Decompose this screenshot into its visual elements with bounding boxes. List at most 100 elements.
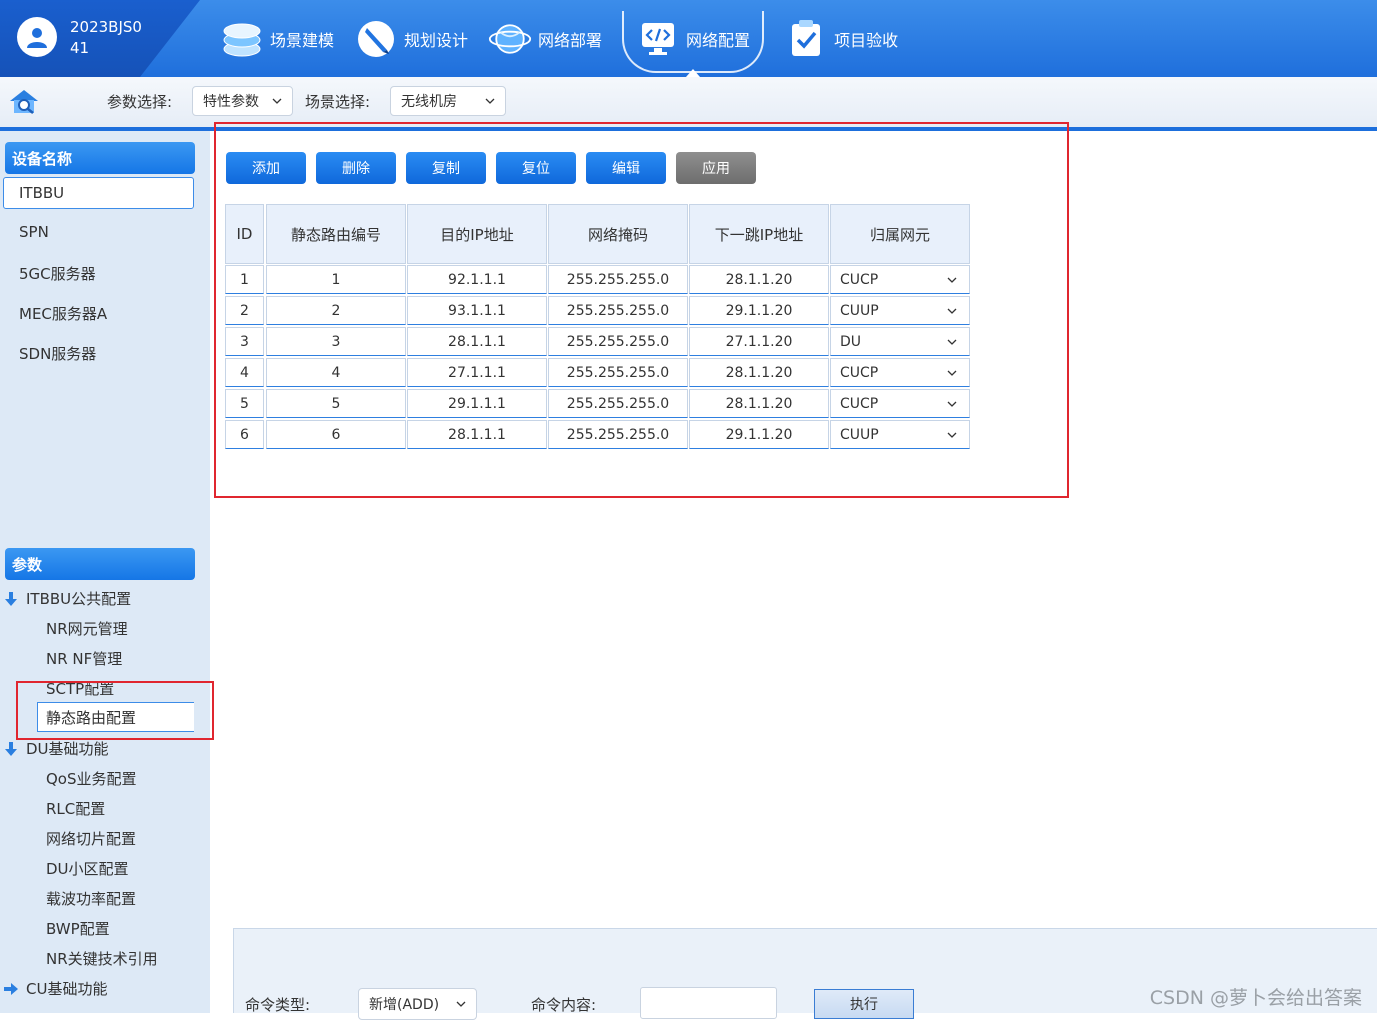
table-cell[interactable]: 28.1.1.20 [689,265,829,294]
ne-select-cell[interactable]: CUCP [830,389,970,418]
table-cell[interactable]: 2 [266,296,406,325]
param-tree-header: 参数 [5,548,195,580]
table-cell[interactable]: 3 [266,327,406,356]
table-cell[interactable]: 5 [266,389,406,418]
search-home-icon[interactable] [8,87,40,115]
device-item-itbbu[interactable]: ITBBU [3,177,194,209]
ne-select-value: DU [840,333,862,350]
table-cell[interactable]: 28.1.1.20 [689,358,829,387]
device-item-5gc-server[interactable]: 5GC服务器 [19,263,96,284]
chevron-down-icon [947,401,957,407]
param-select-value: 特性参数 [203,94,259,110]
stack-icon [220,17,264,61]
table-cell[interactable]: 4 [225,358,264,387]
table-cell[interactable]: 28.1.1.1 [407,420,547,449]
device-item-spn[interactable]: SPN [19,223,49,241]
tree-leaf-nr-ne-mgmt[interactable]: NR网元管理 [46,618,128,639]
edit-button[interactable]: 编辑 [586,152,666,184]
table-cell[interactable]: 27.1.1.1 [407,358,547,387]
tree-group-label: DU基础功能 [26,740,109,758]
table-cell[interactable]: 29.1.1.20 [689,296,829,325]
user-icon [27,28,47,48]
scene-select-label: 场景选择: [305,93,371,111]
ne-select-value: CUCP [840,364,879,381]
table-cell[interactable]: 255.255.255.0 [548,265,688,294]
chevron-down-icon [947,308,957,314]
table-cell[interactable]: 1 [266,265,406,294]
table-cell[interactable]: 29.1.1.1 [407,389,547,418]
apply-button[interactable]: 应用 [676,152,756,184]
table-cell[interactable]: 255.255.255.0 [548,389,688,418]
ne-select-cell[interactable]: DU [830,327,970,356]
add-button[interactable]: 添加 [226,152,306,184]
table-cell[interactable]: 4 [266,358,406,387]
nav-planning-design[interactable]: 规划设计 [344,0,478,77]
ne-select-cell[interactable]: CUUP [830,296,970,325]
tree-leaf-du-cell-config[interactable]: DU小区配置 [46,858,129,879]
nav-label: 项目验收 [834,30,899,50]
nav-label: 网络部署 [538,30,603,50]
table-cell[interactable]: 255.255.255.0 [548,327,688,356]
table-cell[interactable]: 255.255.255.0 [548,358,688,387]
ne-select-value: CUUP [840,302,879,319]
nav-network-config[interactable]: 网络配置 [612,0,774,77]
pen-icon [354,17,398,61]
command-type-select[interactable]: 新增(ADD) [358,988,477,1020]
nav-label: 网络配置 [686,30,751,50]
nav-project-acceptance[interactable]: 项目验收 [774,0,908,77]
table-header-cell: ID [225,204,264,264]
avatar[interactable] [17,17,57,57]
table-cell[interactable]: 28.1.1.1 [407,327,547,356]
ne-select-cell[interactable]: CUCP [830,358,970,387]
tree-leaf-bwp-config[interactable]: BWP配置 [46,918,110,939]
arrow-right-icon [4,982,18,995]
tree-group-itbbu-common[interactable]: ITBBU公共配置 [4,588,131,609]
device-item-sdn-server[interactable]: SDN服务器 [19,343,96,364]
table-cell[interactable]: 3 [225,327,264,356]
tree-leaf-nr-key-tech[interactable]: NR关键技术引用 [46,948,158,969]
table-cell[interactable]: 5 [225,389,264,418]
table-cell[interactable]: 6 [225,420,264,449]
copy-button[interactable]: 复制 [406,152,486,184]
device-item-mec-server-a[interactable]: MEC服务器A [19,303,107,324]
chevron-down-icon [947,370,957,376]
table-cell[interactable]: 93.1.1.1 [407,296,547,325]
table-cell[interactable]: 1 [225,265,264,294]
ne-select-cell[interactable]: CUUP [830,420,970,449]
table-cell[interactable]: 27.1.1.20 [689,327,829,356]
command-content-input[interactable] [640,987,777,1019]
tree-leaf-rlc-config[interactable]: RLC配置 [46,798,105,819]
table-header-cell: 网络掩码 [548,204,688,264]
tree-leaf-carrier-power-config[interactable]: 载波功率配置 [46,888,136,909]
sidebar: 设备名称 ITBBU SPN 5GC服务器 MEC服务器A SDN服务器 参数 … [0,131,210,1013]
delete-button[interactable]: 删除 [316,152,396,184]
globe-icon [488,17,532,61]
param-select[interactable]: 特性参数 [192,86,293,116]
table-cell[interactable]: 92.1.1.1 [407,265,547,294]
device-list-header: 设备名称 [5,142,195,174]
nav-network-deploy[interactable]: 网络部署 [478,0,612,77]
table-cell[interactable]: 6 [266,420,406,449]
ne-select-cell[interactable]: CUCP [830,265,970,294]
ne-select-value: CUUP [840,426,879,443]
tree-leaf-nr-nf-mgmt[interactable]: NR NF管理 [46,648,122,669]
execute-button[interactable]: 执行 [814,989,914,1019]
tree-leaf-slice-config[interactable]: 网络切片配置 [46,828,136,849]
table-cell[interactable]: 255.255.255.0 [548,296,688,325]
tree-leaf-qos-config[interactable]: QoS业务配置 [46,768,137,789]
ne-select-value: CUCP [840,271,879,288]
table-cell[interactable]: 28.1.1.20 [689,389,829,418]
chevron-down-icon [947,339,957,345]
top-bar: 2023BJS041 场景建模 规划设计 网络部署 网络配置 项目验收 [0,0,1377,77]
chevron-down-icon [947,432,957,438]
table-cell[interactable]: 29.1.1.20 [689,420,829,449]
user-panel: 2023BJS041 [0,0,200,77]
table-cell[interactable]: 255.255.255.0 [548,420,688,449]
nav-label: 规划设计 [404,30,469,50]
tree-group-cu-basic[interactable]: CU基础功能 [4,978,107,999]
scene-select[interactable]: 无线机房 [390,86,506,116]
reset-button[interactable]: 复位 [496,152,576,184]
tree-group-du-basic[interactable]: DU基础功能 [4,738,109,759]
nav-scene-modeling[interactable]: 场景建模 [210,0,344,77]
table-cell[interactable]: 2 [225,296,264,325]
